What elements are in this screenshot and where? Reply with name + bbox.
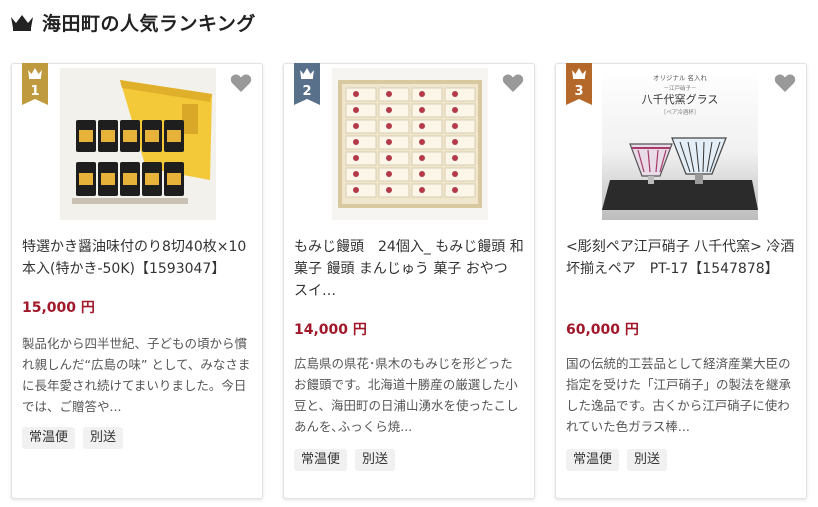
crown-icon [28, 68, 42, 79]
heart-icon[interactable] [774, 73, 796, 93]
product-price: 14,000 円 [294, 322, 367, 338]
image-caption-line: 八千代窯グラス [642, 92, 719, 106]
product-name[interactable]: もみじ饅頭 24個入_ もみじ饅頭 和菓子 饅頭 まんじゅう 菓子 おやつ スイ… [294, 236, 526, 302]
product-card-2[interactable]: 2 もみじ饅頭 24個入_ もみじ饅頭 和菓子 饅頭 まんじゅう 菓子 おやつ … [283, 63, 535, 499]
tag-delivery: 別送 [83, 427, 124, 449]
rank-number: 1 [30, 84, 40, 99]
heart-icon[interactable] [502, 73, 524, 93]
product-price: 60,000 円 [566, 322, 639, 338]
product-image[interactable]: オリジナル 名入れ －江戸硝子－ 八千代窯グラス ［ペア冷酒杯］ [602, 68, 758, 220]
heart-icon[interactable] [230, 73, 252, 93]
tag-shipping: 常温便 [566, 449, 620, 471]
rank-number: 3 [574, 84, 584, 99]
product-description: 製品化から四半世紀、子どもの頃から慣れ親しんだ“広島の味” として、みなさまに長… [22, 336, 251, 414]
image-caption-line: ［ペア冷酒杯］ [661, 108, 700, 116]
crown-icon [572, 68, 586, 79]
rank-number: 2 [302, 84, 312, 99]
product-image[interactable] [332, 68, 488, 220]
tag-shipping: 常温便 [294, 449, 348, 471]
product-name[interactable]: <彫刻ペア江戸硝子 八千代窯> 冷酒坏揃えペア PT-17【1547878】 [566, 236, 798, 280]
tag-delivery: 別送 [627, 449, 668, 471]
image-caption-line: オリジナル 名入れ [653, 73, 708, 82]
tag-list: 常温便 別送 [22, 427, 124, 449]
product-price: 15,000 円 [22, 300, 95, 316]
product-image[interactable] [60, 68, 216, 220]
crown-icon [10, 12, 36, 32]
product-card-3[interactable]: 3 オリジナル 名入れ －江戸硝子－ 八千代窯グラス ［ペア冷酒杯］ <彫刻ペア… [555, 63, 807, 499]
product-name[interactable]: 特選かき醤油味付のり8切40枚×10本入(特かき-50K)【1593047】 [22, 236, 254, 280]
crown-icon [300, 68, 314, 79]
product-card-1[interactable]: 1 特選かき醤油味付のり8切40枚×10本入(特かき-50K)【1593047】… [11, 63, 263, 499]
rank-badge: 3 [566, 63, 592, 105]
product-description: 国の伝統的工芸品として経済産業大臣の指定を受けた「江戸硝子」の製法を継承した逸品… [566, 356, 792, 434]
tag-list: 常温便 別送 [566, 449, 668, 471]
page-title: 海田町の人気ランキング [42, 12, 256, 35]
tag-shipping: 常温便 [22, 427, 76, 449]
tag-delivery: 別送 [355, 449, 396, 471]
rank-badge: 2 [294, 63, 320, 105]
image-caption-line: －江戸硝子－ [663, 84, 696, 92]
rank-badge: 1 [22, 63, 48, 105]
product-description: 広島県の県花･県木のもみじを形どったお饅頭です。北海道十勝産の厳選した小豆と、海… [294, 356, 519, 434]
tag-list: 常温便 別送 [294, 449, 396, 471]
ranking-header: 海田町の人気ランキング [10, 8, 256, 36]
